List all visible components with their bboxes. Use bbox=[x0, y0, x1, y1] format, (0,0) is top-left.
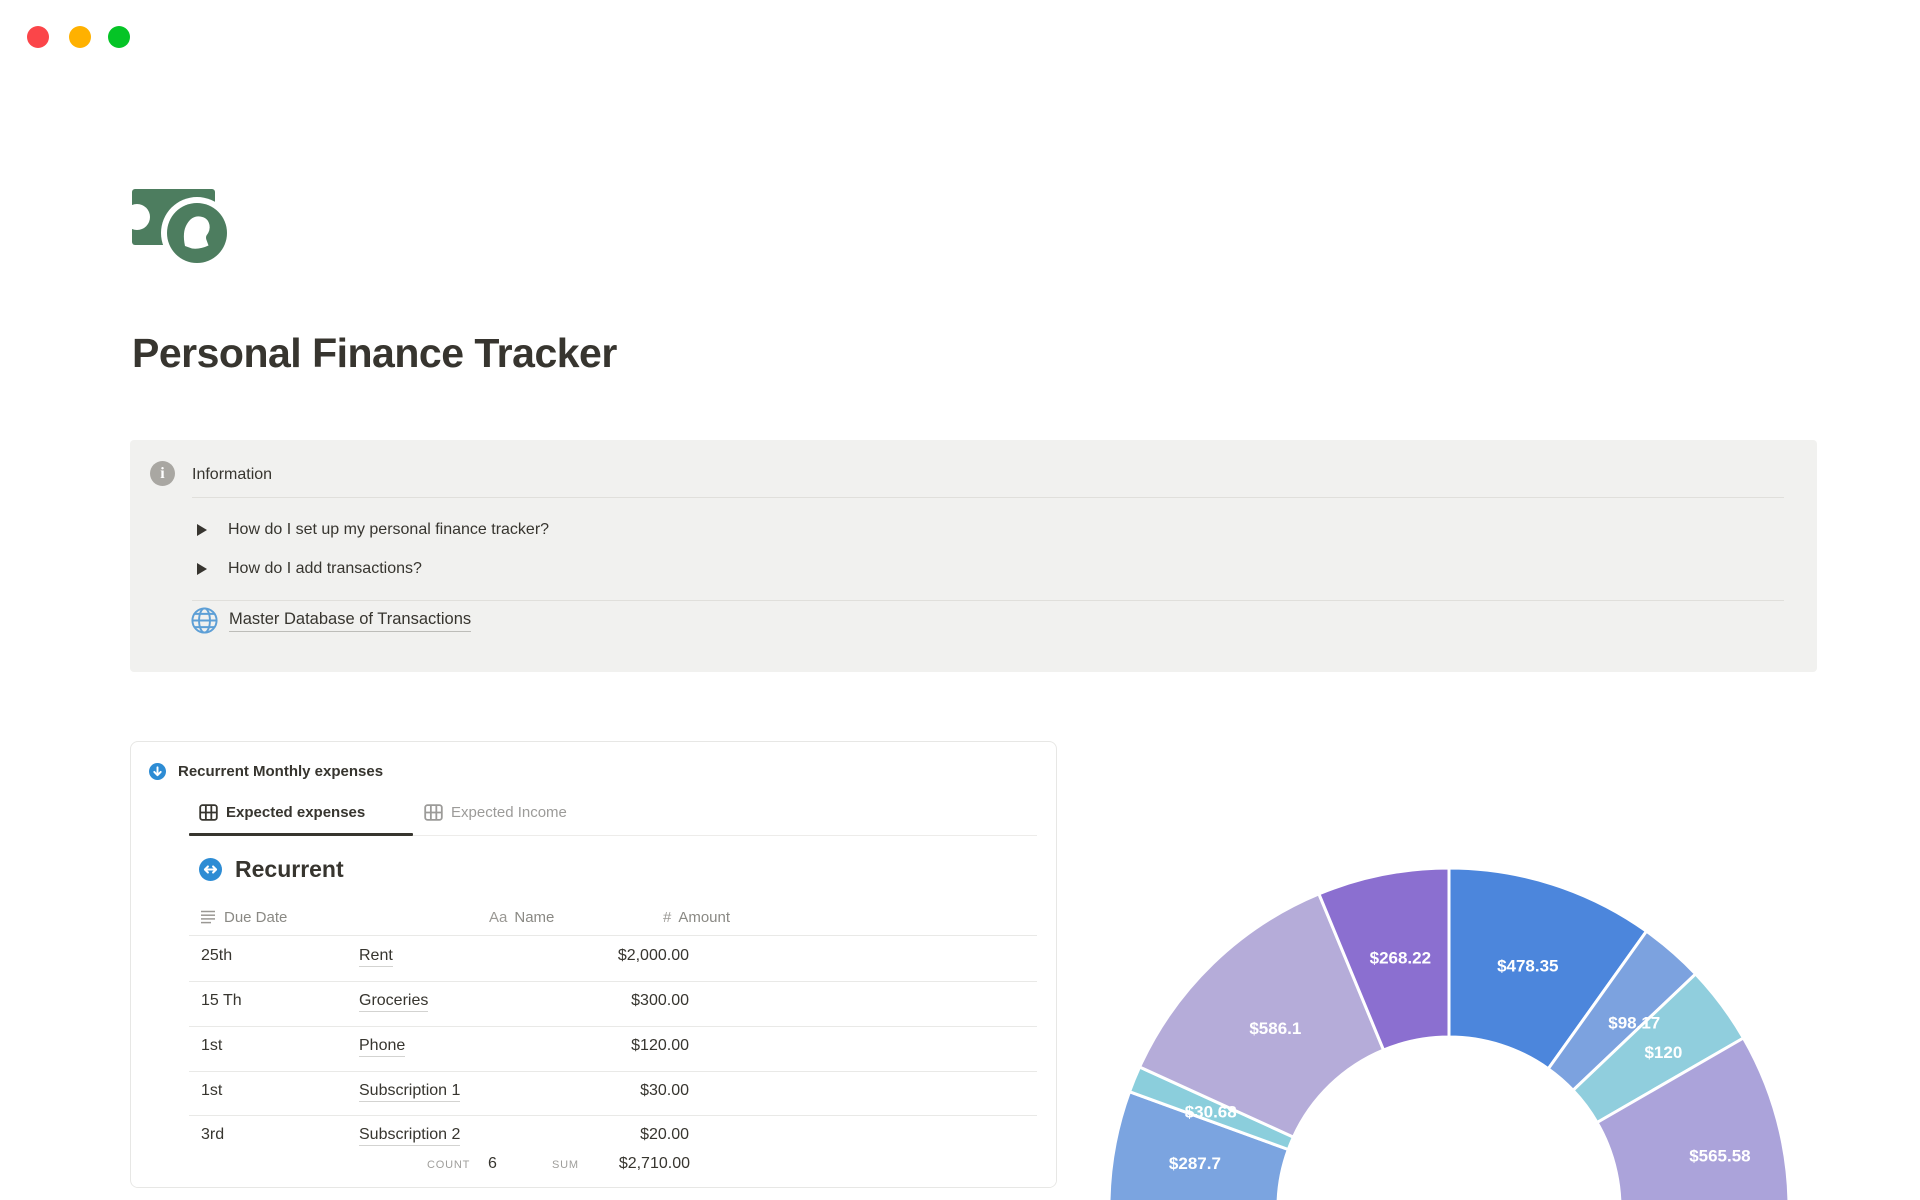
info-icon: i bbox=[150, 461, 175, 486]
toggle-triangle-icon[interactable] bbox=[197, 524, 207, 536]
tab-label: Expected expenses bbox=[226, 804, 366, 821]
minimize-window-button[interactable] bbox=[69, 26, 91, 48]
cell-amount[interactable]: $20.00 bbox=[461, 1126, 689, 1144]
table-row[interactable]: 15 Th Groceries $300.00 bbox=[131, 980, 1056, 1025]
globe-icon bbox=[191, 607, 218, 634]
column-header-due-date[interactable]: Due Date bbox=[201, 907, 287, 927]
donut-slice-label: $287.7 bbox=[1169, 1154, 1221, 1173]
table-row[interactable]: 1st Phone $120.00 bbox=[131, 1025, 1056, 1070]
callout-title: Information bbox=[192, 466, 273, 483]
cell-name[interactable]: Rent bbox=[359, 947, 393, 967]
donut-slice-label: $120 bbox=[1644, 1043, 1682, 1062]
card-header: Recurrent Monthly expenses bbox=[149, 763, 383, 780]
recurrent-expenses-card: Recurrent Monthly expenses Expected expe… bbox=[130, 741, 1057, 1188]
donut-slice-label: $30.68 bbox=[1185, 1103, 1237, 1122]
donut-slice-label: $586.1 bbox=[1249, 1019, 1301, 1038]
donut-slice-label: $268.22 bbox=[1370, 949, 1431, 968]
table-row[interactable]: 25th Rent $2,000.00 bbox=[131, 935, 1056, 980]
table-row[interactable]: 1st Subscription 1 $30.00 bbox=[131, 1070, 1056, 1115]
cell-due-date[interactable]: 3rd bbox=[201, 1126, 224, 1144]
donut-slice-label: $478.35 bbox=[1497, 956, 1558, 975]
column-header-name[interactable]: Aa Name bbox=[489, 907, 554, 927]
donut-slice-label: $565.58 bbox=[1689, 1146, 1750, 1165]
toggle-triangle-icon[interactable] bbox=[197, 563, 207, 575]
left-right-arrows-circle-icon[interactable] bbox=[199, 858, 222, 881]
Aa-icon: Aa bbox=[489, 908, 508, 926]
cell-name[interactable]: Subscription 2 bbox=[359, 1126, 461, 1146]
cell-name[interactable]: Phone bbox=[359, 1037, 406, 1057]
table-footer: COUNT 6 SUM $2,710.00 bbox=[132, 1146, 1056, 1187]
lines-icon bbox=[201, 910, 215, 924]
recurrent-section-header: Recurrent bbox=[199, 856, 344, 883]
cell-name[interactable]: Groceries bbox=[359, 992, 429, 1012]
cell-due-date[interactable]: 25th bbox=[201, 947, 232, 965]
table-icon bbox=[424, 804, 443, 821]
arrow-down-circle-icon[interactable] bbox=[149, 763, 166, 780]
tab-expected-income[interactable]: Expected Income bbox=[424, 804, 567, 821]
column-header-amount[interactable]: # Amount bbox=[663, 907, 730, 927]
cell-due-date[interactable]: 15 Th bbox=[201, 992, 242, 1010]
cell-name[interactable]: Subscription 1 bbox=[359, 1082, 461, 1102]
tab-label: Expected Income bbox=[451, 804, 567, 821]
master-database-link[interactable]: Master Database of Transactions bbox=[190, 606, 472, 635]
divider bbox=[192, 600, 1784, 601]
table-icon bbox=[199, 804, 218, 821]
tab-expected-expenses[interactable]: Expected expenses bbox=[199, 804, 365, 821]
sum-value[interactable]: $2,710.00 bbox=[462, 1155, 690, 1173]
cell-amount[interactable]: $300.00 bbox=[461, 992, 689, 1010]
section-title: Recurrent bbox=[235, 856, 344, 882]
hash-icon: # bbox=[663, 908, 672, 926]
cell-amount[interactable]: $2,000.00 bbox=[461, 947, 689, 965]
card-title: Recurrent Monthly expenses bbox=[178, 763, 384, 780]
information-callout: i Information How do I set up my persona… bbox=[130, 440, 1817, 672]
divider bbox=[192, 497, 1784, 498]
money-banknote-coin-icon[interactable] bbox=[132, 183, 237, 263]
toggle-setup-question[interactable]: How do I set up my personal finance trac… bbox=[197, 520, 549, 540]
toggle-add-transactions-question[interactable]: How do I add transactions? bbox=[197, 559, 422, 579]
link-label[interactable]: Master Database of Transactions bbox=[229, 610, 472, 632]
donut-slice-label: $98.17 bbox=[1608, 1014, 1660, 1033]
cell-amount[interactable]: $30.00 bbox=[461, 1082, 689, 1100]
cell-amount[interactable]: $120.00 bbox=[461, 1037, 689, 1055]
expenses-donut-chart: $287.7 $30.68 $586.1 $268.22 $478.35 $98.17 $1… bbox=[1107, 866, 1791, 1200]
zoom-window-button[interactable] bbox=[108, 26, 130, 48]
cell-due-date[interactable]: 1st bbox=[201, 1037, 222, 1055]
close-window-button[interactable] bbox=[27, 26, 49, 48]
page-title: Personal Finance Tracker bbox=[132, 330, 617, 376]
active-tab-underline bbox=[189, 833, 413, 836]
cell-due-date[interactable]: 1st bbox=[201, 1082, 222, 1100]
